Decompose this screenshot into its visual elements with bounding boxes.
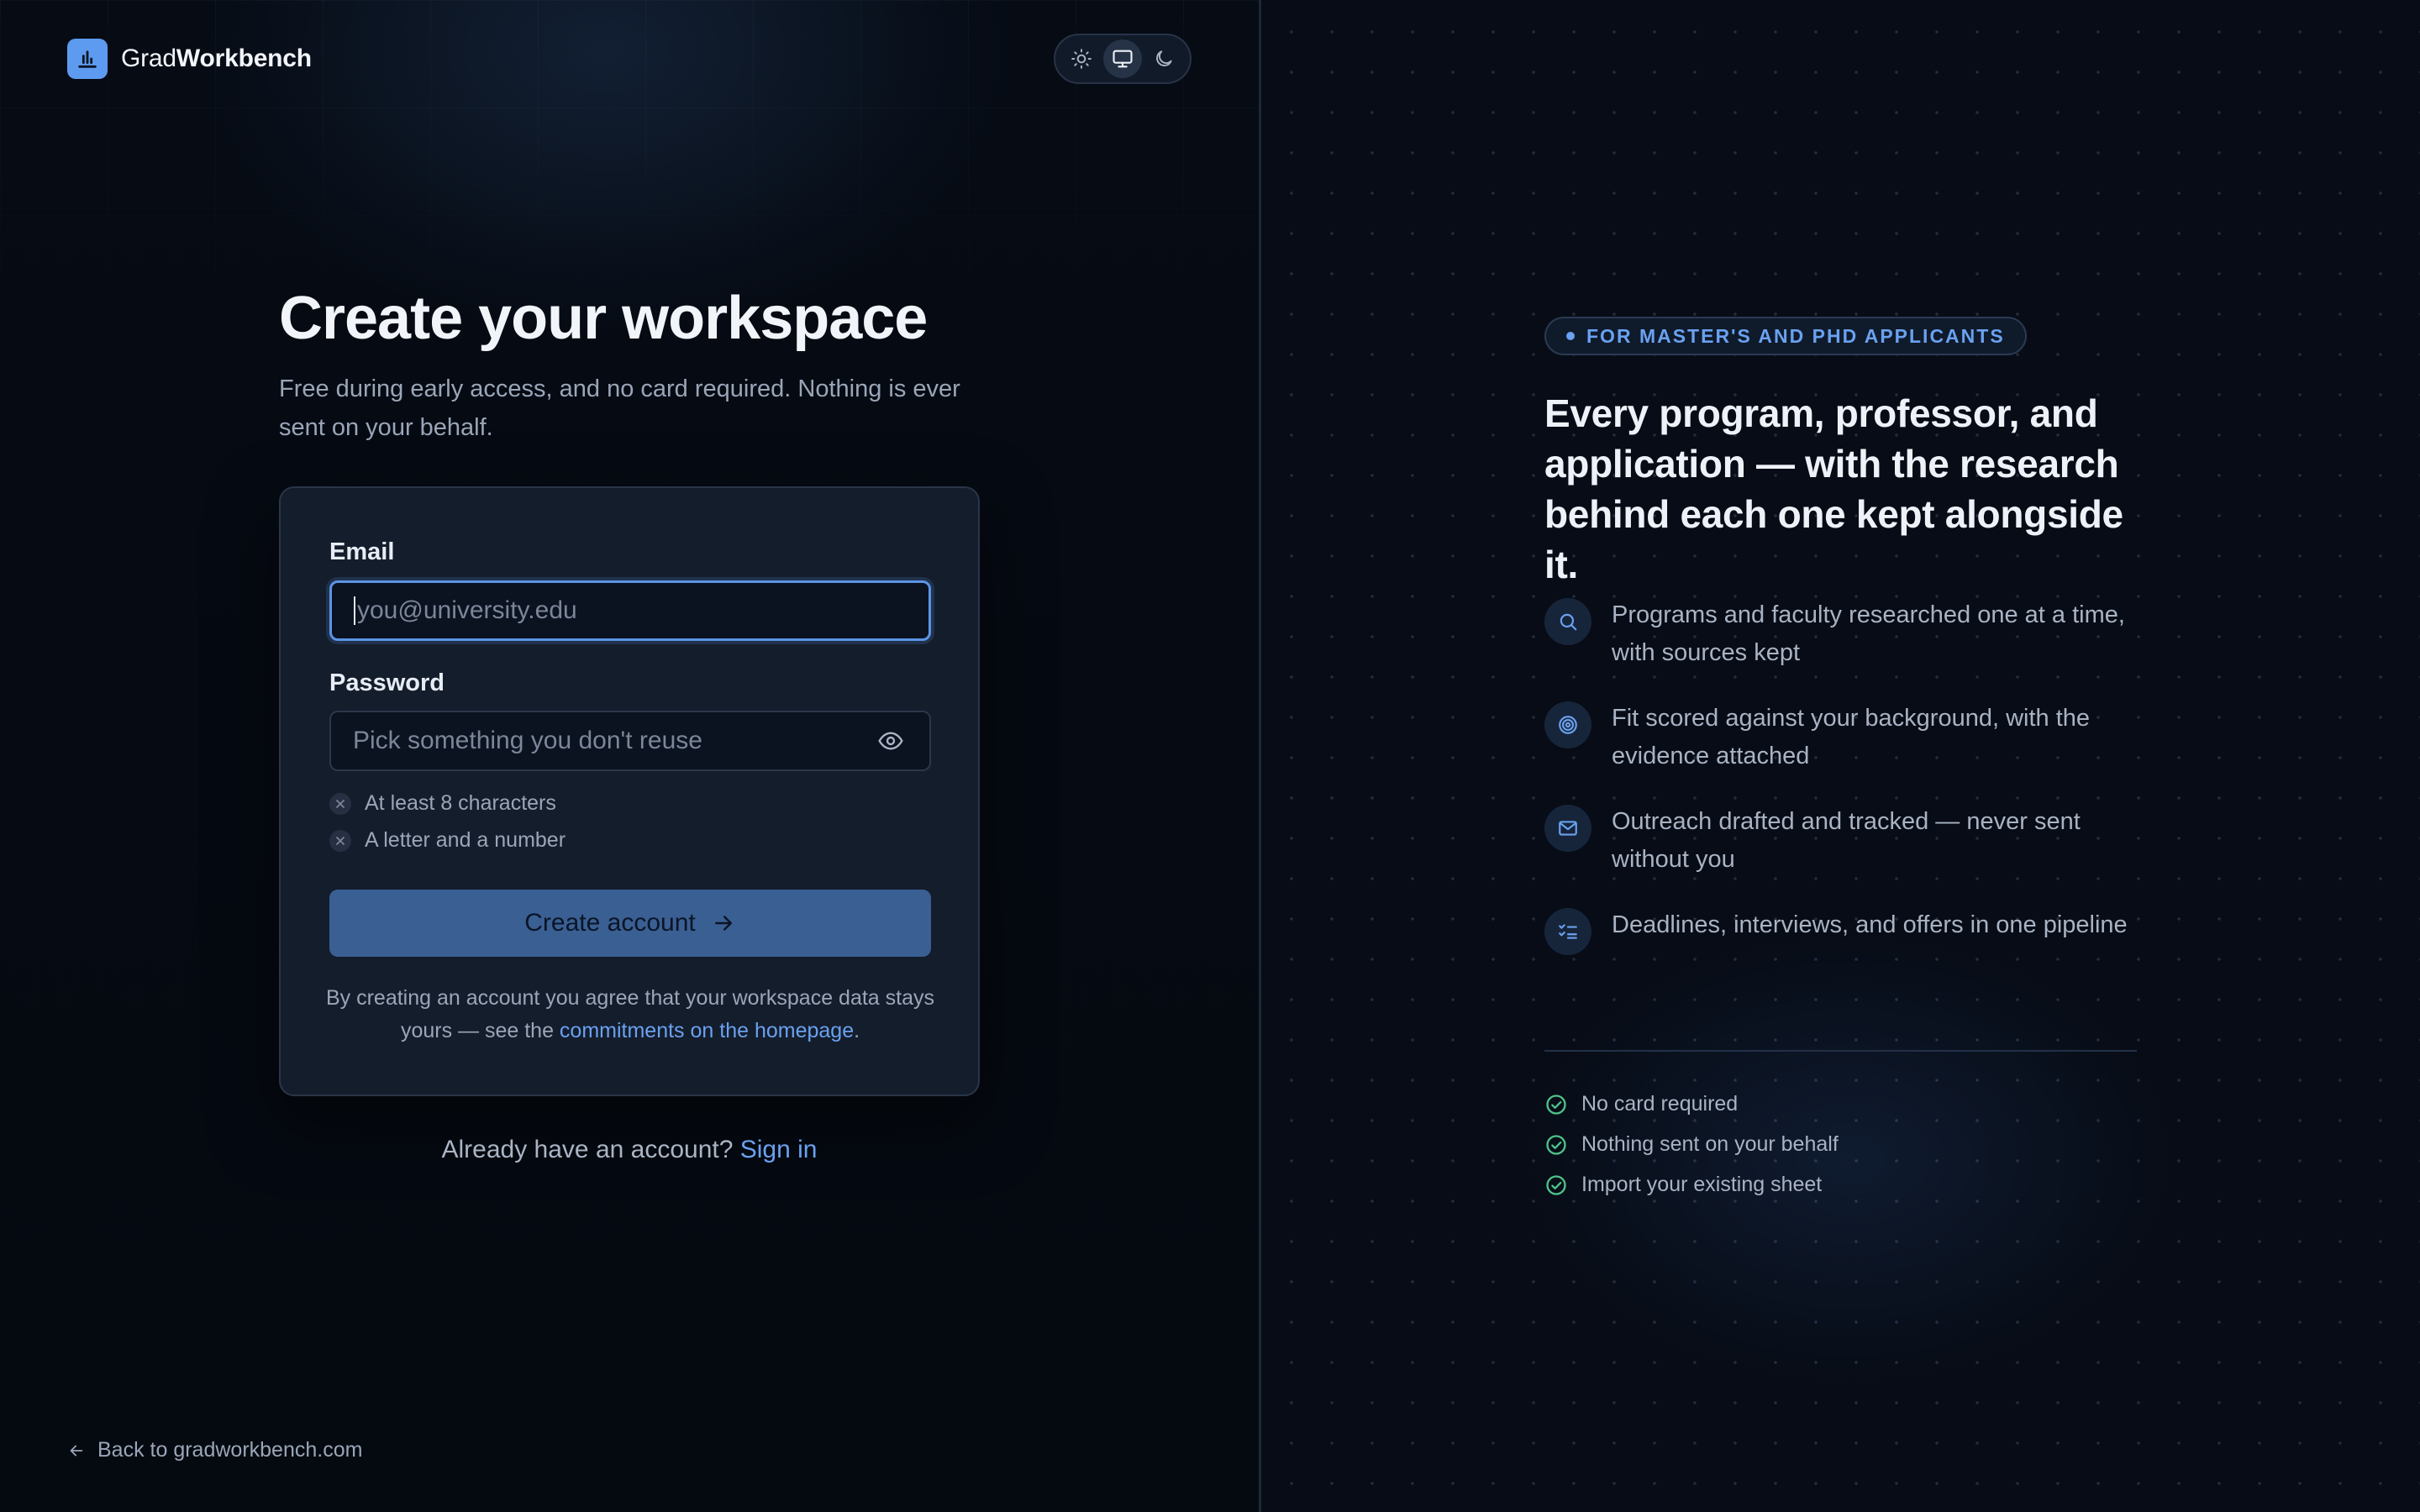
marketing-headline: Every program, professor, and applicatio… [1544, 391, 2123, 586]
create-account-button[interactable]: Create account [329, 890, 931, 957]
page-subtitle: Free during early access, and no card re… [279, 375, 960, 441]
password-label: Password [329, 669, 445, 696]
password-requirement: At least 8 characters [329, 791, 556, 816]
section-divider [1544, 1050, 2137, 1052]
signup-form: Email Password At least 8 characters [279, 486, 980, 1096]
check-circle-icon [1546, 1134, 1566, 1155]
feature-item: Outreach drafted and tracked — never sen… [1544, 803, 2133, 879]
search-icon [1544, 598, 1591, 645]
password-field[interactable] [353, 727, 874, 755]
benefit-item: Nothing sent on your behalf [1544, 1132, 1839, 1157]
check-circle-icon [1546, 1094, 1566, 1115]
signin-prompt: Already have an account? Sign in [441, 1136, 818, 1163]
feature-item: Fit scored against your background, with… [1544, 700, 2133, 775]
commitments-link[interactable]: commitments on the homepage [560, 1019, 854, 1042]
arrow-right-icon [714, 916, 732, 931]
theme-system-button[interactable] [1103, 39, 1142, 78]
text-caret [354, 596, 355, 625]
brand[interactable]: GradWorkbench [67, 39, 312, 79]
monitor-icon [1113, 50, 1133, 68]
x-icon [329, 829, 351, 852]
moon-icon [1156, 50, 1172, 66]
feature-item: Programs and faculty researched one at a… [1544, 596, 2133, 672]
terms-text: By creating an account you agree that yo… [325, 986, 935, 1042]
email-field-wrapper [329, 580, 931, 641]
signin-link[interactable]: Sign in [740, 1136, 818, 1163]
eye-icon[interactable] [874, 724, 908, 758]
check-circle-icon [1546, 1174, 1566, 1195]
benefit-item: No card required [1544, 1092, 1738, 1116]
signup-panel: GradWorkbench Create your workspace Free… [0, 0, 1259, 1512]
theme-switch [1054, 34, 1192, 84]
password-requirement: A letter and a number [329, 828, 566, 853]
sun-icon [1071, 49, 1092, 69]
benefit-item: Import your existing sheet [1544, 1173, 1822, 1197]
dot-icon [1566, 332, 1575, 340]
marketing-panel: FOR MASTER'S AND PHD APPLICANTS Every pr… [1261, 0, 2420, 1512]
email-field[interactable] [357, 596, 907, 625]
x-icon [329, 792, 351, 815]
feature-item: Deadlines, interviews, and offers in one… [1544, 906, 2133, 955]
target-icon [1544, 701, 1591, 748]
audience-badge: FOR MASTER'S AND PHD APPLICANTS [1544, 317, 2027, 355]
email-label: Email [329, 538, 395, 565]
theme-light-button[interactable] [1062, 39, 1101, 78]
page-title: Create your workspace [279, 285, 928, 352]
theme-dark-button[interactable] [1144, 39, 1183, 78]
password-field-wrapper [329, 711, 931, 771]
brand-name: GradWorkbench [121, 45, 312, 72]
bar-chart-icon [67, 39, 108, 79]
arrow-left-icon [70, 1445, 83, 1456]
back-to-site-link[interactable]: Back to gradworkbench.com [67, 1438, 362, 1462]
mail-icon [1544, 805, 1591, 852]
list-check-icon [1544, 908, 1591, 955]
